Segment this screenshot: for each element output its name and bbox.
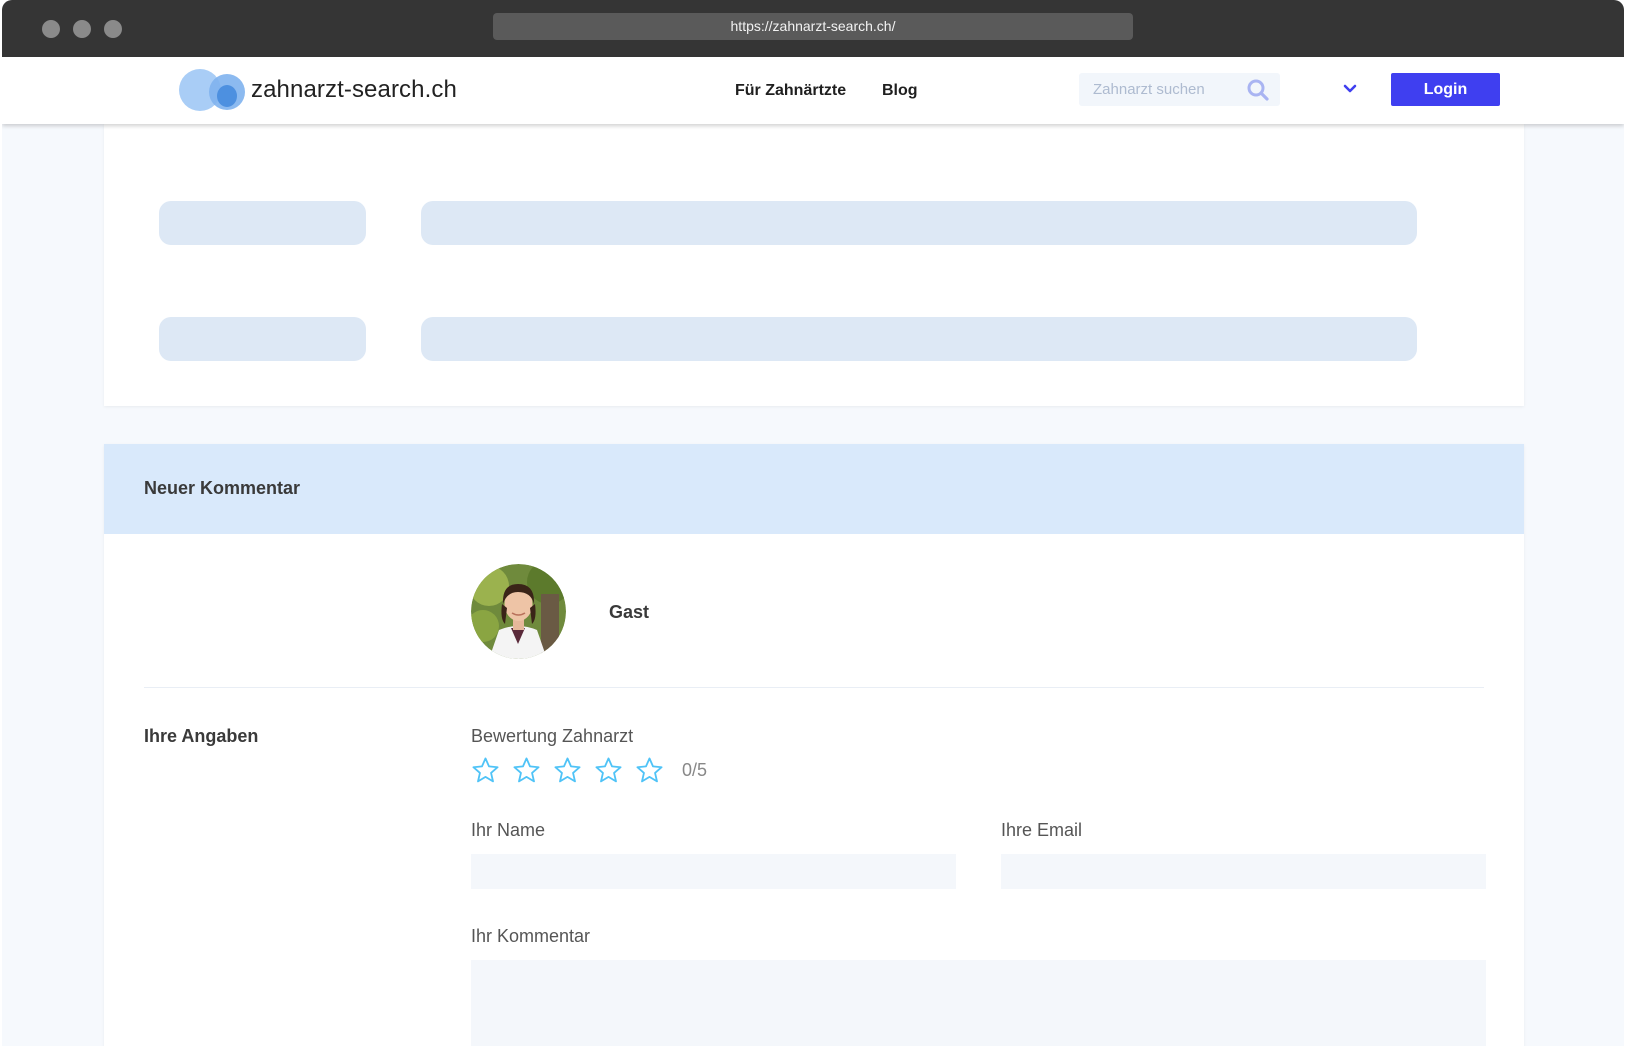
comment-card-title: Neuer Kommentar xyxy=(144,478,301,498)
skeleton-label xyxy=(159,317,366,361)
site-logo[interactable]: zahnarzt-search.ch xyxy=(179,67,457,113)
star-rating[interactable]: 0/5 xyxy=(471,756,707,785)
rating-value: 0/5 xyxy=(682,760,708,780)
search-box xyxy=(1079,73,1280,106)
browser-window: https://zahnarzt-search.ch/ zahnarzt-sea… xyxy=(2,0,1624,1046)
rating-label: Bewertung Zahnarzt xyxy=(471,726,634,746)
divider xyxy=(144,687,1484,688)
nav-link-for-dentists[interactable]: Für Zahnärtzte xyxy=(735,82,846,100)
logo-bubbles-icon xyxy=(179,67,249,113)
browser-toolbar: https://zahnarzt-search.ch/ xyxy=(2,0,1624,57)
star-3-icon[interactable] xyxy=(553,756,582,785)
loading-card xyxy=(104,124,1524,406)
star-4-icon[interactable] xyxy=(594,756,623,785)
nav-link-blog[interactable]: Blog xyxy=(882,82,918,100)
avatar xyxy=(471,564,566,659)
comment-label: Ihr Kommentar xyxy=(471,926,591,946)
star-2-icon[interactable] xyxy=(512,756,541,785)
minimize-window-icon[interactable] xyxy=(73,20,91,38)
skeleton-value xyxy=(421,317,1417,361)
email-label: Ihre Email xyxy=(1001,820,1083,840)
skeleton-value xyxy=(421,201,1417,245)
user-photo-icon xyxy=(471,564,566,659)
comment-textarea[interactable] xyxy=(471,960,1486,1046)
close-window-icon[interactable] xyxy=(42,20,60,38)
search-icon[interactable] xyxy=(1246,78,1270,102)
section-label-details: Ihre Angaben xyxy=(144,726,259,746)
name-label: Ihr Name xyxy=(471,820,546,840)
skeleton-label xyxy=(159,201,366,245)
window-controls xyxy=(42,20,122,38)
user-name: Gast xyxy=(609,602,650,622)
name-input[interactable] xyxy=(471,854,956,889)
email-input[interactable] xyxy=(1001,854,1486,889)
maximize-window-icon[interactable] xyxy=(104,20,122,38)
site-header: zahnarzt-search.ch Für Zahnärtzte Blog L… xyxy=(2,57,1624,124)
chevron-down-icon[interactable] xyxy=(1340,79,1360,99)
star-1-icon[interactable] xyxy=(471,756,500,785)
login-button[interactable]: Login xyxy=(1391,73,1500,106)
star-5-icon[interactable] xyxy=(635,756,664,785)
new-comment-card: Neuer Kommentar Gast Ihre Angaben Bewert… xyxy=(104,444,1524,1046)
logo-text: zahnarzt-search.ch xyxy=(251,76,457,103)
address-bar[interactable]: https://zahnarzt-search.ch/ xyxy=(493,13,1133,40)
search-input[interactable] xyxy=(1079,73,1239,106)
comment-card-header: Neuer Kommentar xyxy=(104,444,1524,534)
